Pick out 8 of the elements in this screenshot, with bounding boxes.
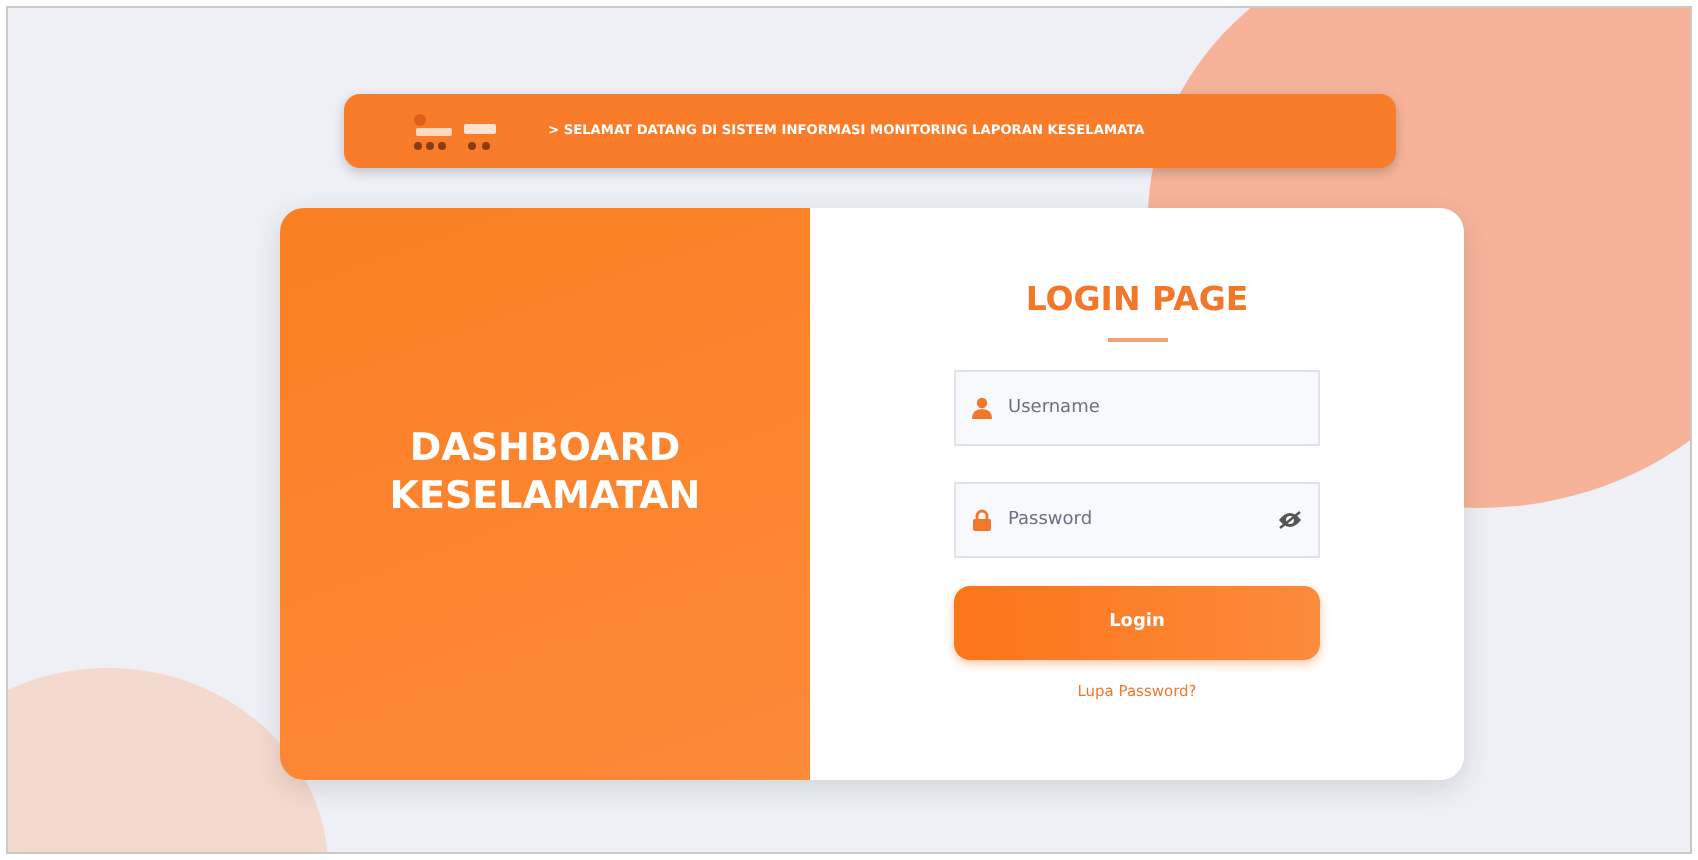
eye-icon[interactable] [1278, 509, 1302, 530]
user-icon [972, 396, 992, 419]
login-button[interactable]: Login [954, 585, 1320, 660]
username-field[interactable]: Username [954, 369, 1320, 446]
password-field[interactable]: Password [954, 481, 1320, 558]
form-title: LOGIN PAGE [1025, 278, 1249, 322]
lock-icon [972, 508, 992, 531]
brand-title: DASHBOARD KESELAMATAN [387, 426, 703, 522]
